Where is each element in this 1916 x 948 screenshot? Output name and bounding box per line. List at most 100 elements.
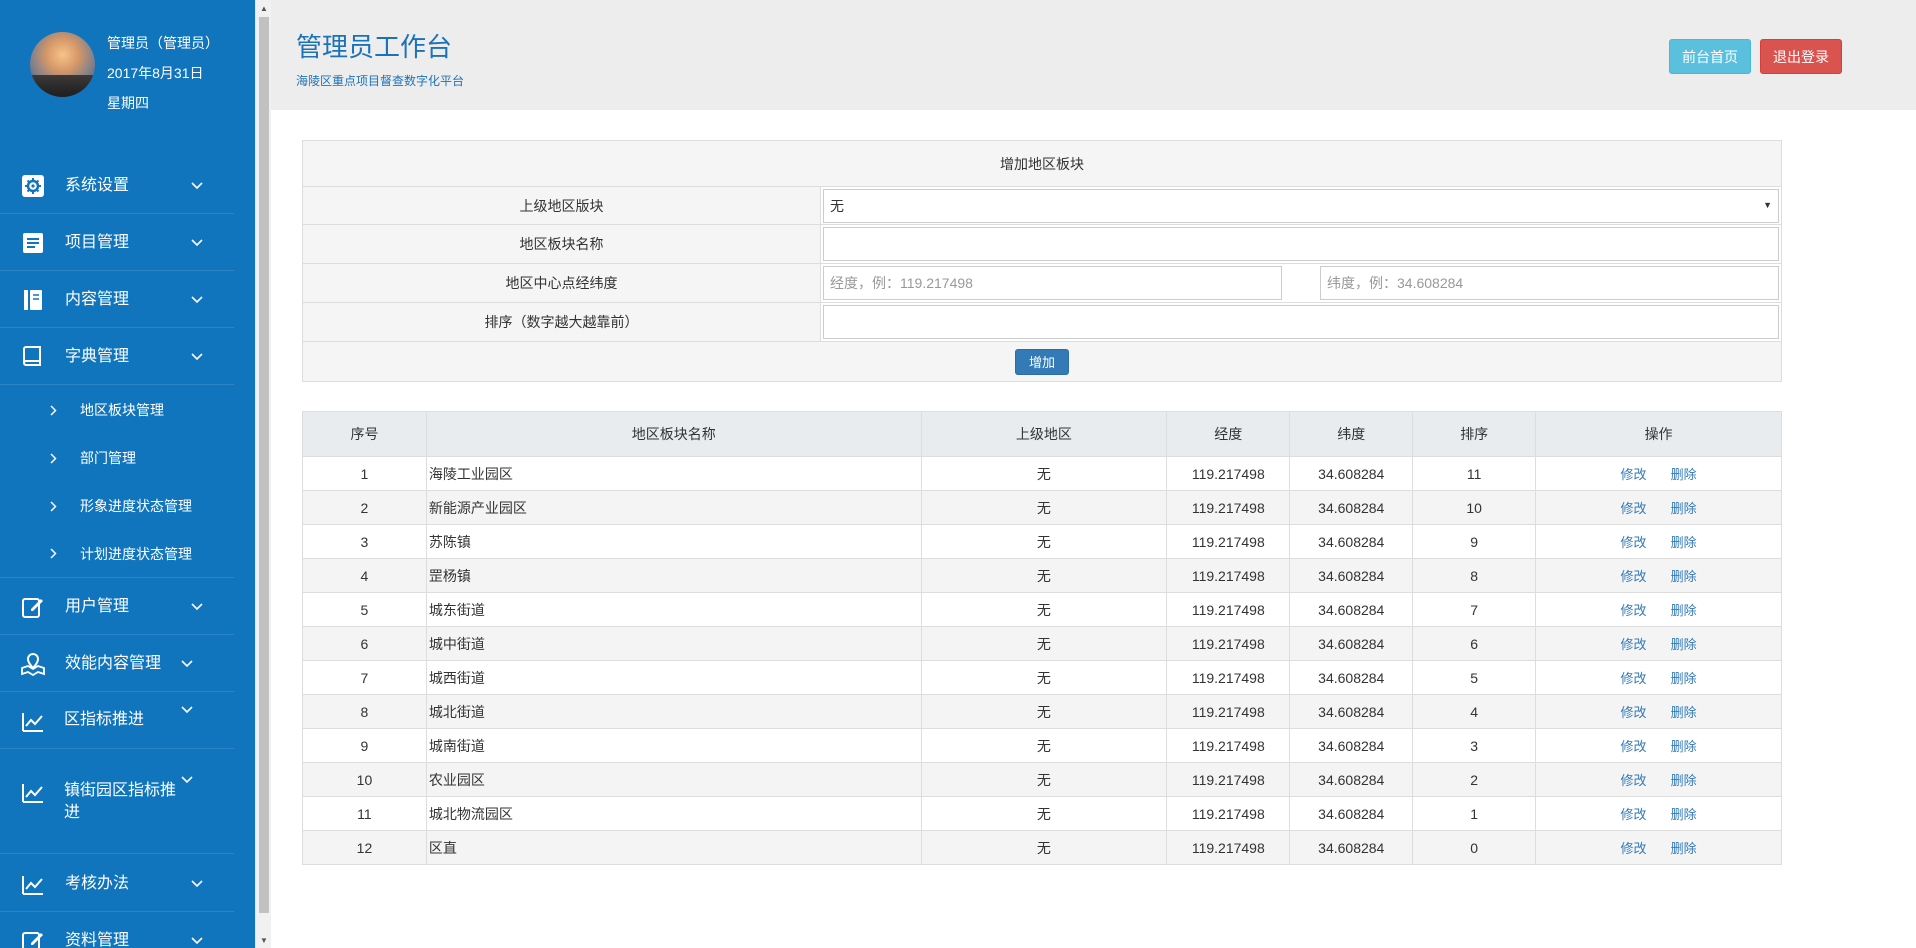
nav-label: 字典管理: [65, 347, 130, 365]
cell-latitude: 34.608284: [1289, 796, 1414, 831]
edit-link[interactable]: 修改: [1621, 637, 1647, 652]
chevron-down-icon: [190, 179, 204, 193]
logout-button[interactable]: 退出登录: [1760, 39, 1842, 74]
dropdown-arrow-icon: ▼: [1763, 200, 1772, 210]
nav-district-indicators[interactable]: 区指标推进: [0, 693, 234, 749]
nav-system-settings[interactable]: 系统设置: [0, 158, 234, 214]
scroll-down-arrow-icon[interactable]: ▼: [256, 932, 272, 948]
nav-user-management[interactable]: 用户管理: [0, 579, 234, 635]
subnav-image-progress-status[interactable]: 形象进度状态管理: [0, 482, 234, 530]
table-row: 2 新能源产业园区无 119.217498 34.608284 10 修改 删除: [302, 490, 1782, 525]
nav-dictionary-management[interactable]: 字典管理: [0, 329, 234, 385]
nav-efficiency-content[interactable]: 效能内容管理: [0, 636, 234, 692]
chevron-down-icon: [180, 703, 194, 717]
cell-name: 区直: [425, 830, 922, 865]
edit-link[interactable]: 修改: [1621, 705, 1647, 720]
table-row: 9 城南街道无 119.217498 34.608284 3 修改 删除: [302, 728, 1782, 763]
nav-label: 用户管理: [65, 597, 130, 615]
cell-latitude: 34.608284: [1289, 660, 1414, 695]
chevron-down-icon: [190, 236, 204, 250]
nav-project-management[interactable]: 项目管理: [0, 215, 234, 271]
form-row-sort: 排序（数字越大越靠前）: [303, 303, 1781, 342]
cell-no: 12: [302, 830, 427, 865]
cell-name: 城南街道: [425, 728, 922, 763]
chart-line-icon: [20, 871, 46, 897]
delete-link[interactable]: 删除: [1671, 841, 1697, 856]
edit-link[interactable]: 修改: [1621, 501, 1647, 516]
delete-link[interactable]: 删除: [1671, 467, 1697, 482]
delete-link[interactable]: 删除: [1671, 637, 1697, 652]
sort-label: 排序（数字越大越靠前）: [303, 303, 821, 341]
col-header-actions: 操作: [1535, 411, 1782, 457]
table-row: 4 罡杨镇无 119.217498 34.608284 8 修改 删除: [302, 558, 1782, 593]
cell-name: 新能源产业园区: [425, 490, 922, 525]
chevron-right-icon: [50, 404, 62, 416]
edit-link[interactable]: 修改: [1621, 569, 1647, 584]
edit-link[interactable]: 修改: [1621, 467, 1647, 482]
add-button[interactable]: 增加: [1015, 348, 1069, 375]
edit-link[interactable]: 修改: [1621, 739, 1647, 754]
nav-town-indicators[interactable]: 镇街园区指标推进: [0, 767, 234, 854]
nav-assessment-methods[interactable]: 考核办法: [0, 856, 234, 912]
chevron-down-icon: [190, 934, 204, 948]
cell-sort: 5: [1412, 660, 1537, 695]
scroll-thumb[interactable]: [259, 17, 269, 913]
parent-region-select[interactable]: 无 ▼: [823, 189, 1779, 223]
latitude-input[interactable]: 纬度，例：34.608284: [1320, 266, 1779, 300]
cell-no: 4: [302, 558, 427, 593]
delete-link[interactable]: 删除: [1671, 705, 1697, 720]
chevron-down-icon: [190, 600, 204, 614]
cell-actions: 修改 删除: [1535, 524, 1782, 559]
region-name-input[interactable]: [823, 227, 1779, 261]
subnav-plan-progress-status[interactable]: 计划进度状态管理: [0, 530, 234, 578]
delete-link[interactable]: 删除: [1671, 773, 1697, 788]
cell-latitude: 34.608284: [1289, 558, 1414, 593]
subnav-departments[interactable]: 部门管理: [0, 434, 234, 482]
chevron-down-icon: [180, 657, 194, 671]
current-date: 2017年8月31日: [107, 65, 204, 81]
edit-link[interactable]: 修改: [1621, 535, 1647, 550]
delete-link[interactable]: 删除: [1671, 807, 1697, 822]
chevron-down-icon: [190, 350, 204, 364]
sort-input[interactable]: [823, 305, 1779, 339]
table-row: 6 城中街道无 119.217498 34.608284 6 修改 删除: [302, 626, 1782, 661]
form-row-submit: 增加: [303, 342, 1781, 381]
user-name: 管理员（管理员）: [107, 35, 219, 51]
cell-longitude: 119.217498: [1166, 728, 1291, 763]
delete-link[interactable]: 删除: [1671, 671, 1697, 686]
chevron-down-icon: [190, 877, 204, 891]
subnav-region-blocks[interactable]: 地区板块管理: [0, 386, 234, 434]
delete-link[interactable]: 删除: [1671, 569, 1697, 584]
parent-region-label: 上级地区版块: [303, 187, 821, 224]
delete-link[interactable]: 删除: [1671, 535, 1697, 550]
cell-no: 10: [302, 762, 427, 797]
nav-data-management[interactable]: 资料管理: [0, 913, 234, 948]
edit-link[interactable]: 修改: [1621, 841, 1647, 856]
nav-content-management[interactable]: 内容管理: [0, 272, 234, 328]
scroll-up-arrow-icon[interactable]: ▲: [256, 0, 272, 16]
cell-longitude: 119.217498: [1166, 626, 1291, 661]
cell-no: 5: [302, 592, 427, 627]
cell-sort: 10: [1412, 490, 1537, 525]
cell-latitude: 34.608284: [1289, 626, 1414, 661]
edit-link[interactable]: 修改: [1621, 671, 1647, 686]
delete-link[interactable]: 删除: [1671, 739, 1697, 754]
chart-line-icon: [20, 779, 46, 805]
sidebar: 管理员（管理员） 2017年8月31日 星期四 系统设置 项目管理 内容管理 字…: [0, 0, 255, 948]
nav-label: 资料管理: [65, 932, 130, 948]
edit-link[interactable]: 修改: [1621, 807, 1647, 822]
cell-actions: 修改 删除: [1535, 728, 1782, 763]
edit-link[interactable]: 修改: [1621, 603, 1647, 618]
front-page-button[interactable]: 前台首页: [1669, 39, 1751, 74]
cell-name: 农业园区: [425, 762, 922, 797]
cell-parent: 无: [920, 830, 1168, 865]
delete-link[interactable]: 删除: [1671, 603, 1697, 618]
cell-sort: 2: [1412, 762, 1537, 797]
sidebar-scrollbar[interactable]: ▲ ▼: [255, 0, 271, 948]
delete-link[interactable]: 删除: [1671, 501, 1697, 516]
edit-link[interactable]: 修改: [1621, 773, 1647, 788]
cell-actions: 修改 删除: [1535, 456, 1782, 491]
longitude-input[interactable]: 经度，例：119.217498: [823, 266, 1282, 300]
avatar[interactable]: [30, 32, 95, 97]
cell-name: 城北物流园区: [425, 796, 922, 831]
